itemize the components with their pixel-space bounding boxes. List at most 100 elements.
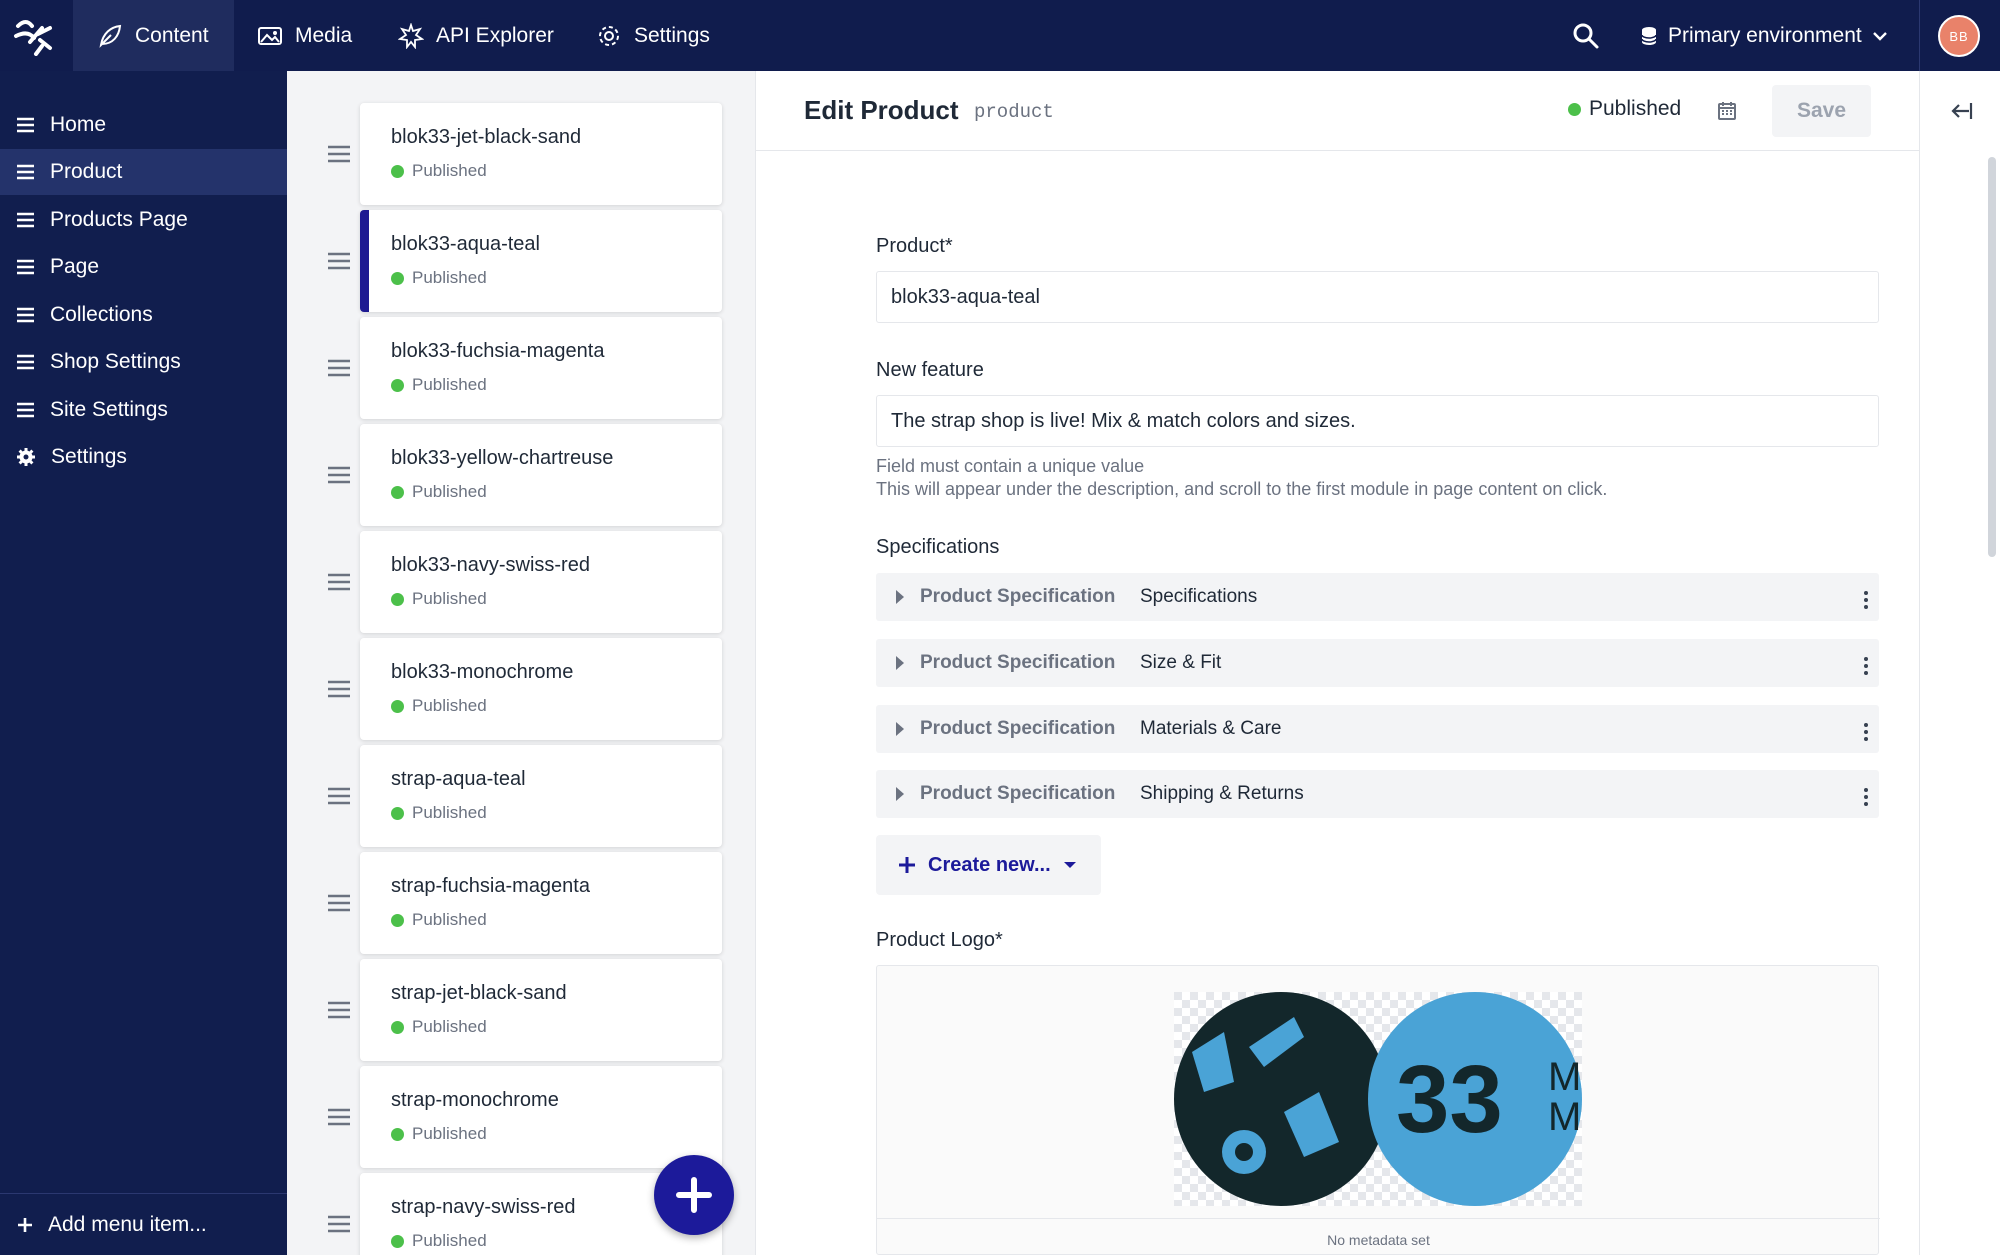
calendar-icon[interactable] bbox=[1715, 99, 1739, 123]
caret-right-icon[interactable] bbox=[896, 722, 904, 736]
entry-status-label: Published bbox=[412, 1124, 487, 1143]
create-new-button[interactable]: Create new... bbox=[876, 835, 1101, 895]
entry-status-label: Published bbox=[412, 803, 487, 822]
nav-api-explorer[interactable]: API Explorer bbox=[398, 0, 554, 71]
sidebar-item-label: Site Settings bbox=[50, 398, 168, 421]
more-vertical-icon[interactable] bbox=[1864, 788, 1868, 806]
drag-handle-icon[interactable] bbox=[328, 787, 350, 805]
entry-title: blok33-navy-swiss-red bbox=[391, 554, 590, 576]
add-menu-item-button[interactable]: Add menu item... bbox=[0, 1193, 287, 1255]
editor-header: Edit Product product Published Save bbox=[756, 71, 1919, 151]
caret-right-icon[interactable] bbox=[896, 590, 904, 604]
drag-handle-icon[interactable] bbox=[328, 1215, 350, 1233]
list-item: blok33-navy-swiss-red Published bbox=[287, 531, 755, 633]
collapse-panel-icon[interactable] bbox=[1947, 97, 1975, 125]
entry-card[interactable]: blok33-yellow-chartreuse Published bbox=[360, 424, 722, 526]
more-vertical-icon[interactable] bbox=[1864, 723, 1868, 741]
entry-card[interactable]: blok33-aqua-teal Published bbox=[360, 210, 722, 312]
list-item: strap-aqua-teal Published bbox=[287, 745, 755, 847]
product-field[interactable]: blok33-aqua-teal bbox=[876, 271, 1879, 323]
top-bar: Content Media API Explorer Settings Prim… bbox=[0, 0, 2000, 71]
sidebar-item-collections[interactable]: Collections bbox=[0, 292, 287, 338]
entry-status: Published bbox=[391, 696, 487, 716]
more-vertical-icon[interactable] bbox=[1864, 591, 1868, 609]
drag-handle-icon[interactable] bbox=[328, 680, 350, 698]
add-menu-item-label: Add menu item... bbox=[48, 1212, 207, 1236]
entry-card[interactable]: strap-fuchsia-magenta Published bbox=[360, 852, 722, 954]
entry-status-label: Published bbox=[412, 910, 487, 929]
menu-icon bbox=[17, 117, 34, 133]
search-icon[interactable] bbox=[1570, 20, 1602, 52]
entry-card[interactable]: strap-jet-black-sand Published bbox=[360, 959, 722, 1061]
drag-handle-icon[interactable] bbox=[328, 1108, 350, 1126]
entry-card[interactable]: blok33-jet-black-sand Published bbox=[360, 103, 722, 205]
sidebar-item-home[interactable]: Home bbox=[0, 102, 287, 148]
entry-title: blok33-fuchsia-magenta bbox=[391, 340, 605, 362]
drag-handle-icon[interactable] bbox=[328, 145, 350, 163]
sidebar-item-label: Home bbox=[50, 113, 107, 136]
entry-title: strap-monochrome bbox=[391, 1089, 559, 1111]
more-vertical-icon[interactable] bbox=[1864, 657, 1868, 675]
menu-icon bbox=[17, 354, 34, 370]
api-icon bbox=[398, 22, 424, 49]
drag-handle-icon[interactable] bbox=[328, 252, 350, 270]
save-button[interactable]: Save bbox=[1772, 85, 1871, 137]
product-logo-field[interactable]: 33 M M No metadata set bbox=[876, 965, 1880, 1255]
drag-handle-icon[interactable] bbox=[328, 894, 350, 912]
menu-icon bbox=[17, 307, 34, 323]
editor-divider bbox=[1919, 71, 1920, 1255]
status-dot bbox=[391, 378, 404, 392]
entry-status: Published bbox=[391, 268, 487, 288]
editor-scrollbar[interactable] bbox=[1988, 157, 1996, 557]
product-logo-image[interactable]: 33 M M bbox=[1174, 992, 1582, 1206]
spec-row[interactable]: Product Specification Specifications bbox=[876, 573, 1879, 621]
spec-row[interactable]: Product Specification Shipping & Returns bbox=[876, 770, 1879, 818]
entry-title: strap-fuchsia-magenta bbox=[391, 875, 590, 897]
entry-title: blok33-jet-black-sand bbox=[391, 126, 582, 148]
entry-card[interactable]: blok33-monochrome Published bbox=[360, 638, 722, 740]
add-entry-button[interactable] bbox=[654, 1155, 734, 1235]
entry-title: strap-aqua-teal bbox=[391, 768, 526, 790]
sidebar-item-label: Shop Settings bbox=[50, 350, 181, 373]
sidebar-item-site-settings[interactable]: Site Settings bbox=[0, 387, 287, 433]
entry-card[interactable]: blok33-fuchsia-magenta Published bbox=[360, 317, 722, 419]
nav-settings[interactable]: Settings bbox=[596, 0, 710, 71]
sidebar-item-label: Product bbox=[50, 160, 123, 183]
entry-card[interactable]: blok33-navy-swiss-red Published bbox=[360, 531, 722, 633]
logo-number-text: 33 bbox=[1396, 1046, 1503, 1153]
drag-handle-icon[interactable] bbox=[328, 466, 350, 484]
feature-field[interactable]: The strap shop is live! Mix & match colo… bbox=[876, 395, 1879, 447]
environment-selector[interactable]: Primary environment bbox=[1640, 0, 1888, 71]
nav-media[interactable]: Media bbox=[257, 0, 352, 71]
sidebar-item-page[interactable]: Page bbox=[0, 244, 287, 290]
spec-row[interactable]: Product Specification Size & Fit bbox=[876, 639, 1879, 687]
logo-unit-top-text: M bbox=[1548, 1055, 1581, 1099]
entry-status-label: Published bbox=[412, 375, 487, 394]
menu-icon bbox=[17, 164, 34, 180]
caret-right-icon[interactable] bbox=[896, 787, 904, 801]
drag-handle-icon[interactable] bbox=[328, 359, 350, 377]
entry-status-label: Published bbox=[412, 589, 487, 608]
top-divider bbox=[1919, 0, 1920, 71]
sidebar-item-product[interactable]: Product bbox=[0, 149, 287, 195]
spec-name: Materials & Care bbox=[1140, 718, 1282, 739]
entry-list: blok33-jet-black-sand Published blok33-aqu… bbox=[287, 71, 756, 1255]
entry-card[interactable]: strap-monochrome Published bbox=[360, 1066, 722, 1168]
drag-handle-icon[interactable] bbox=[328, 1001, 350, 1019]
entry-status: Published bbox=[391, 589, 487, 609]
caret-right-icon[interactable] bbox=[896, 656, 904, 670]
sidebar-item-products-page[interactable]: Products Page bbox=[0, 197, 287, 243]
drag-handle-icon[interactable] bbox=[328, 573, 350, 591]
spec-type: Product Specification bbox=[920, 718, 1116, 739]
entry-status-label: Published bbox=[412, 696, 487, 715]
logo-unit-bottom-text: M bbox=[1548, 1095, 1581, 1139]
app-logo-icon[interactable] bbox=[12, 16, 56, 56]
entry-status: Published bbox=[391, 803, 487, 823]
sidebar-item-settings[interactable]: Settings bbox=[0, 434, 287, 480]
spec-row[interactable]: Product Specification Materials & Care bbox=[876, 705, 1879, 753]
status-dot bbox=[391, 913, 404, 927]
avatar[interactable]: BB bbox=[1938, 15, 1980, 57]
nav-content[interactable]: Content bbox=[73, 0, 234, 71]
sidebar-item-shop-settings[interactable]: Shop Settings bbox=[0, 339, 287, 385]
entry-card[interactable]: strap-aqua-teal Published bbox=[360, 745, 722, 847]
